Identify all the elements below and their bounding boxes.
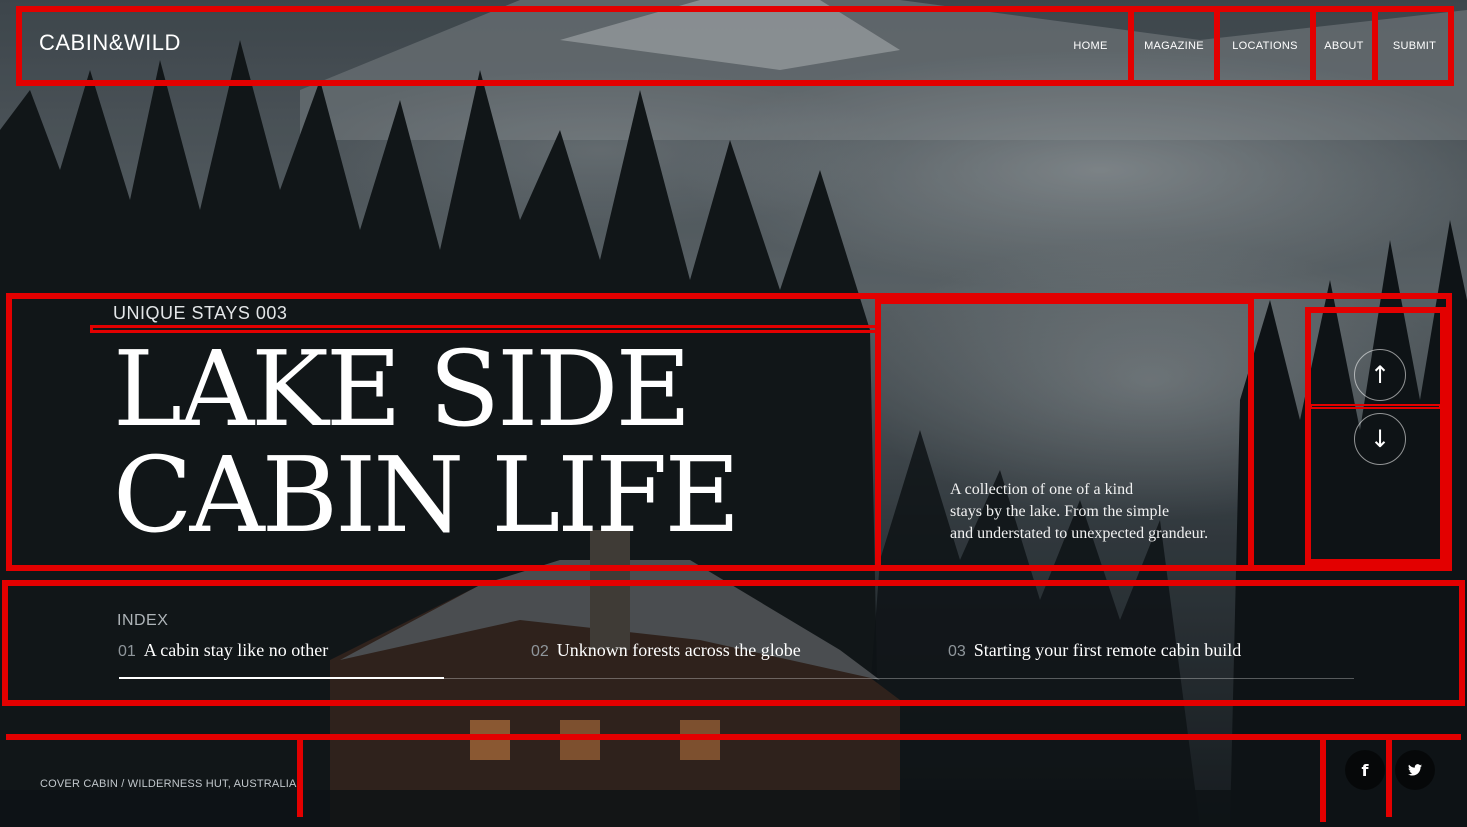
next-slide-button[interactable]: ↓ [1354,413,1406,465]
hero-description: A collection of one of a kind stays by t… [950,479,1250,545]
index-item-1[interactable]: 01 A cabin stay like no other [118,640,328,661]
facebook-icon: f [1361,760,1369,780]
facebook-button[interactable]: f [1345,750,1385,790]
site-header: CABIN&WILD HOME MAGAZINE LOCATIONS ABOUT… [19,9,1451,82]
nav-home[interactable]: HOME [1053,9,1128,82]
arrow-up-icon: ↑ [1369,361,1391,389]
index-item-3[interactable]: 03 Starting your first remote cabin build [948,640,1241,661]
site-logo[interactable]: CABIN&WILD [39,30,181,56]
hero-description-line: and understated to unexpected grandeur. [950,525,1209,542]
nav-magazine[interactable]: MAGAZINE [1128,9,1214,82]
index-item-2[interactable]: 02 Unknown forests across the globe [531,640,801,661]
arrow-down-icon: ↓ [1369,425,1391,453]
hero-title-line-1: LAKE SIDE [113,328,691,450]
hero-description-line: A collection of one of a kind [950,481,1134,498]
main-nav: HOME MAGAZINE LOCATIONS ABOUT SUBMIT [1053,9,1451,82]
index-item-title: Unknown forests across the globe [556,640,801,660]
index-item-title: A cabin stay like no other [143,640,329,660]
prev-slide-button[interactable]: ↑ [1354,349,1406,401]
hero-description-line: stays by the lake. From the simple [950,503,1170,520]
nav-locations[interactable]: LOCATIONS [1214,9,1310,82]
hero-title-line-2: CABIN LIFE [113,434,740,556]
index-item-number: 02 [531,643,549,660]
hero-title: LAKE SIDE CABIN LIFE [113,336,740,548]
index-item-number: 01 [118,643,136,660]
index-item-number: 03 [948,643,966,660]
nav-about[interactable]: ABOUT [1310,9,1372,82]
twitter-button[interactable] [1395,750,1435,790]
index-item-title: Starting your first remote cabin build [973,640,1242,660]
photo-caption: COVER CABIN / WILDERNESS HUT, AUSTRALIA [40,778,297,790]
index-progress-bar [119,677,444,679]
hero-kicker: UNIQUE STAYS 003 [113,303,288,323]
nav-submit[interactable]: SUBMIT [1372,9,1451,82]
index-label: INDEX [117,612,169,629]
twitter-icon [1408,764,1422,776]
